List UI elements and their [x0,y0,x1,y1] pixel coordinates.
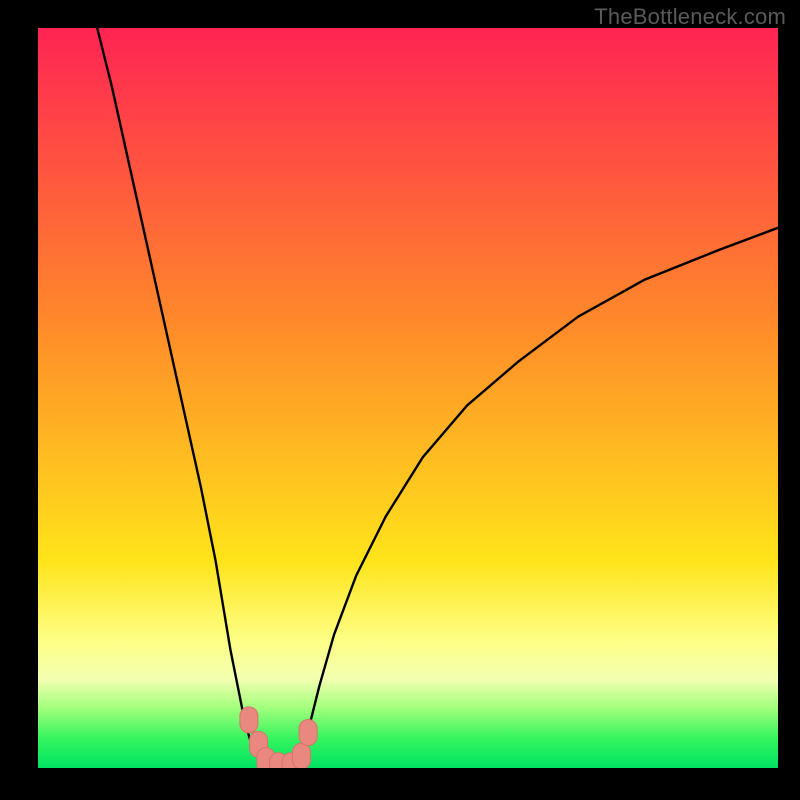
outer-black-frame: TheBottleneck.com [0,0,800,800]
plot-area [38,28,778,768]
chart-svg [38,28,778,768]
gradient-background [38,28,778,768]
marker-point [292,743,310,768]
marker-point [299,719,317,745]
marker-point [240,707,258,733]
watermark-text: TheBottleneck.com [594,4,786,30]
